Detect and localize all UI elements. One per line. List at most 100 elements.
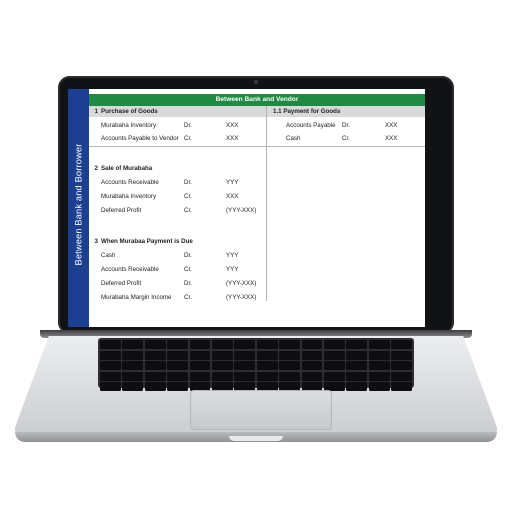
- dr-cr: Cr.: [184, 135, 192, 142]
- keyboard-key: [391, 350, 412, 360]
- keyboard-key: [391, 382, 412, 391]
- keyboard-key: [211, 350, 233, 360]
- keyboard-key: [301, 350, 323, 360]
- keyboard-key: [346, 371, 368, 381]
- keyboard-key: [100, 371, 121, 381]
- keyboard: [98, 338, 414, 391]
- section-title: Purchase of Goods: [101, 108, 158, 115]
- table-row: Cash Cr. XXX: [267, 133, 425, 145]
- spreadsheet-screen: Between Bank and Borrower Between Bank a…: [68, 89, 425, 327]
- keyboard-key: [301, 361, 323, 370]
- keyboard-key: [368, 350, 390, 360]
- keyboard-key: [323, 361, 345, 370]
- account-name: Cash: [101, 252, 116, 259]
- section-number: 1: [94, 108, 98, 115]
- keyboard-key: [167, 382, 189, 391]
- dr-cr: Dr.: [342, 122, 350, 129]
- account-name: Deferred Profit: [101, 207, 142, 214]
- keyboard-key: [234, 350, 256, 360]
- keyboard-key: [122, 350, 144, 360]
- dr-cr: Dr.: [184, 179, 192, 186]
- vendor-banner: Between Bank and Vendor: [89, 94, 425, 106]
- keyboard-key: [144, 371, 166, 381]
- dr-cr: Dr.: [184, 280, 192, 287]
- table-row: Accounts Payable Dr. XXX: [267, 120, 425, 132]
- keyboard-key: [144, 340, 166, 349]
- keyboard-key: [211, 340, 233, 349]
- keyboard-key: [346, 382, 368, 391]
- keyboard-key: [122, 382, 144, 391]
- keyboard-key: [391, 361, 412, 370]
- trackpad[interactable]: [190, 390, 332, 430]
- amount: (YYY-XXX): [226, 280, 257, 287]
- keyboard-key: [256, 361, 278, 370]
- keyboard-key: [346, 340, 368, 349]
- dr-cr: Cr.: [184, 294, 192, 301]
- table-row: Murabaha Inventory Dr. XXX: [90, 120, 266, 132]
- keyboard-key: [346, 350, 368, 360]
- keyboard-key: [279, 361, 301, 370]
- keyboard-key: [323, 371, 345, 381]
- amount: YYY: [226, 252, 239, 259]
- keyboard-key: [211, 361, 233, 370]
- amount: XXX: [385, 135, 398, 142]
- keyboard-key: [100, 361, 121, 370]
- keyboard-key: [167, 361, 189, 370]
- keyboard-key: [189, 340, 211, 349]
- section-title: When Murabaa Payment is Due: [101, 238, 193, 245]
- keyboard-key: [256, 340, 278, 349]
- keyboard-key: [368, 371, 390, 381]
- keyboard-key: [122, 371, 144, 381]
- keyboard-key: [100, 382, 121, 391]
- keyboard-key: [234, 361, 256, 370]
- keyboard-key: [144, 382, 166, 391]
- table-row: Murabaha Inventory Cr. XXX: [90, 191, 266, 203]
- account-name: Murabaha Inventory: [101, 193, 157, 200]
- keyboard-key: [100, 340, 121, 349]
- amount: YYY: [226, 266, 239, 273]
- keyboard-key: [301, 340, 323, 349]
- keyboard-key: [122, 361, 144, 370]
- dr-cr: Dr.: [184, 252, 192, 259]
- account-name: Murabaha Inventory: [101, 122, 157, 129]
- keyboard-key: [167, 340, 189, 349]
- keyboard-key: [391, 340, 412, 349]
- keyboard-key: [279, 350, 301, 360]
- keyboard-key: [301, 371, 323, 381]
- section-number: 3: [94, 238, 98, 245]
- amount: YYY: [226, 179, 239, 186]
- account-name: Accounts Receivable: [101, 179, 159, 186]
- table-row: Accounts Receivable Dr. YYY: [90, 177, 266, 189]
- keyboard-key: [279, 340, 301, 349]
- amount: XXX: [226, 135, 239, 142]
- borrower-sidebar: Between Bank and Borrower: [68, 89, 89, 327]
- section-3-header: 3 When Murabaa Payment is Due: [90, 236, 266, 248]
- keyboard-key: [323, 350, 345, 360]
- keyboard-key: [391, 371, 412, 381]
- section-1-1-header: 1.1 Payment for Goods: [267, 106, 425, 118]
- keyboard-key: [189, 361, 211, 370]
- amount: (YYY-XXX): [226, 207, 257, 214]
- sidebar-label: Between Bank and Borrower: [73, 143, 84, 266]
- amount: XXX: [226, 122, 239, 129]
- keyboard-key: [234, 340, 256, 349]
- keyboard-key: [256, 371, 278, 381]
- table-row: Cash Dr. YYY: [90, 250, 266, 262]
- keyboard-key: [189, 350, 211, 360]
- account-name: Cash: [286, 135, 301, 142]
- section-2-header: 2 Sale of Murabaha: [90, 163, 266, 175]
- amount: (YYY-XXX): [226, 294, 257, 301]
- dr-cr: Dr.: [184, 122, 192, 129]
- table-row: Accounts Payable to Vendor Cr. XXX: [90, 133, 266, 145]
- laptop-notch: [229, 436, 283, 441]
- table-row: Deferred Profit Cr. (YYY-XXX): [90, 205, 266, 217]
- dr-cr: Cr.: [184, 193, 192, 200]
- keyboard-key: [144, 361, 166, 370]
- keyboard-key: [211, 371, 233, 381]
- keyboard-key: [167, 350, 189, 360]
- account-name: Accounts Payable: [286, 122, 336, 129]
- dr-cr: Cr.: [184, 266, 192, 273]
- keyboard-key: [279, 371, 301, 381]
- keyboard-key: [122, 340, 144, 349]
- table-row: Murabaha Margin Income Cr. (YYY-XXX): [90, 292, 266, 304]
